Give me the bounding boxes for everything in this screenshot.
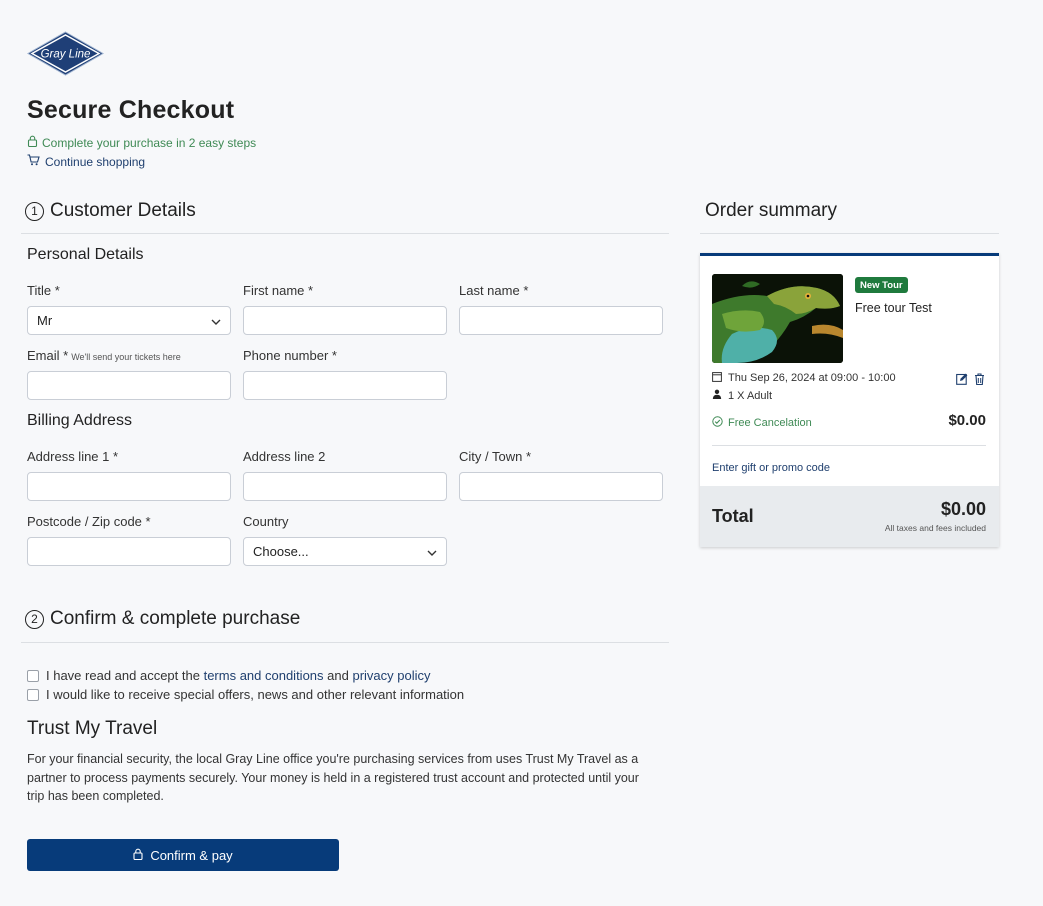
cart-icon [27,154,40,169]
email-input[interactable] [27,371,231,400]
country-select[interactable]: Choose... [243,537,447,566]
tour-name: Free tour Test [855,301,932,315]
terms-checkbox[interactable] [27,669,39,682]
terms-prefix: I have read and accept the [46,668,200,683]
phone-input[interactable] [243,371,447,400]
item-price: $0.00 [948,412,986,429]
country-select-value: Choose... [253,544,309,559]
terms-row: I have read and accept the terms and con… [27,668,431,683]
offers-row: I would like to receive special offers, … [27,687,464,702]
divider [21,233,669,234]
chevron-down-icon [427,544,437,559]
free-cancel-row: Free Cancelation [712,416,812,430]
lock-icon [133,848,143,863]
travellers: 1 X Adult [728,389,773,402]
city-label: City / Town * [459,449,532,464]
customer-details-heading: 1 Customer Details [25,200,196,222]
postcode-input[interactable] [27,537,231,566]
confirm-title: Confirm & complete purchase [50,608,301,629]
terms-link[interactable]: terms and conditions [204,668,324,683]
total-label: Total [712,506,754,526]
first-name-label: First name * [243,283,314,298]
email-hint: We'll send your tickets here [71,352,181,362]
customer-details-title: Customer Details [50,200,196,221]
order-summary-heading: Order summary [705,200,837,221]
divider [21,642,669,643]
offers-label: I would like to receive special offers, … [46,687,465,702]
address1-input[interactable] [27,472,231,501]
terms-text: I have read and accept the terms and con… [46,668,431,683]
last-name-label: Last name * [459,283,529,298]
trust-text: For your financial security, the local G… [27,752,639,803]
order-summary-card: New Tour Free tour Test Thu Sep 26, 2024… [700,253,999,547]
divider [712,445,986,446]
city-input[interactable] [459,472,663,501]
step-number: 2 [25,609,44,629]
tax-note: All taxes and fees included [884,523,986,533]
total-amount: $0.00 [940,499,986,519]
personal-details-heading: Personal Details [27,246,144,263]
travellers-row: 1 X Adult [712,389,772,402]
address2-label: Address line 2 [243,449,326,464]
step-number: 1 [25,201,44,221]
country-label: Country [243,514,289,529]
tour-date: Thu Sep 26, 2024 at 09:00 - 10:00 [728,372,896,384]
total-band: Total $0.00 All taxes and fees included [700,486,999,547]
continue-shopping-label: Continue shopping [45,154,146,169]
gray-line-logo[interactable]: Gray Line [26,31,105,76]
continue-shopping-link[interactable]: Continue shopping [27,154,145,169]
calendar-icon [712,371,722,385]
divider [700,233,999,234]
address1-label: Address line 1 * [27,449,119,464]
postcode-label: Postcode / Zip code * [27,514,151,529]
trust-title: Trust My Travel [27,718,158,739]
last-name-input[interactable] [459,306,663,335]
confirm-pay-label: Confirm & pay [150,847,233,863]
email-label-group: Email * We'll send your tickets here [27,348,181,363]
privacy-link[interactable]: privacy policy [352,668,430,683]
page-title: Secure Checkout [27,96,235,124]
trash-icon[interactable] [974,372,985,390]
title-label: Title * [27,283,60,298]
check-circle-icon [712,416,723,430]
confirm-pay-button[interactable]: Confirm & pay [27,839,339,871]
svg-text:Gray Line: Gray Line [41,49,91,61]
secure-note: Complete your purchase in 2 easy steps [27,135,256,150]
first-name-input[interactable] [243,306,447,335]
lock-icon [27,135,38,150]
free-cancel-text: Free Cancelation [728,417,812,429]
phone-label: Phone number * [243,348,337,363]
tour-image [712,274,843,363]
chevron-down-icon [211,313,221,328]
offers-checkbox[interactable] [27,688,39,701]
confirm-heading: 2 Confirm & complete purchase [25,608,300,630]
address2-input[interactable] [243,472,447,501]
new-tour-badge: New Tour [855,277,908,293]
secure-note-text: Complete your purchase in 2 easy steps [42,135,257,150]
tour-date-row: Thu Sep 26, 2024 at 09:00 - 10:00 [712,371,896,385]
terms-and: and [327,668,349,683]
edit-icon[interactable] [956,372,968,390]
billing-address-heading: Billing Address [27,412,132,429]
person-icon [712,389,722,402]
email-label: Email * [27,348,69,363]
promo-code-link[interactable]: Enter gift or promo code [712,462,830,474]
title-select-value: Mr [37,313,53,328]
title-select[interactable]: Mr [27,306,231,335]
